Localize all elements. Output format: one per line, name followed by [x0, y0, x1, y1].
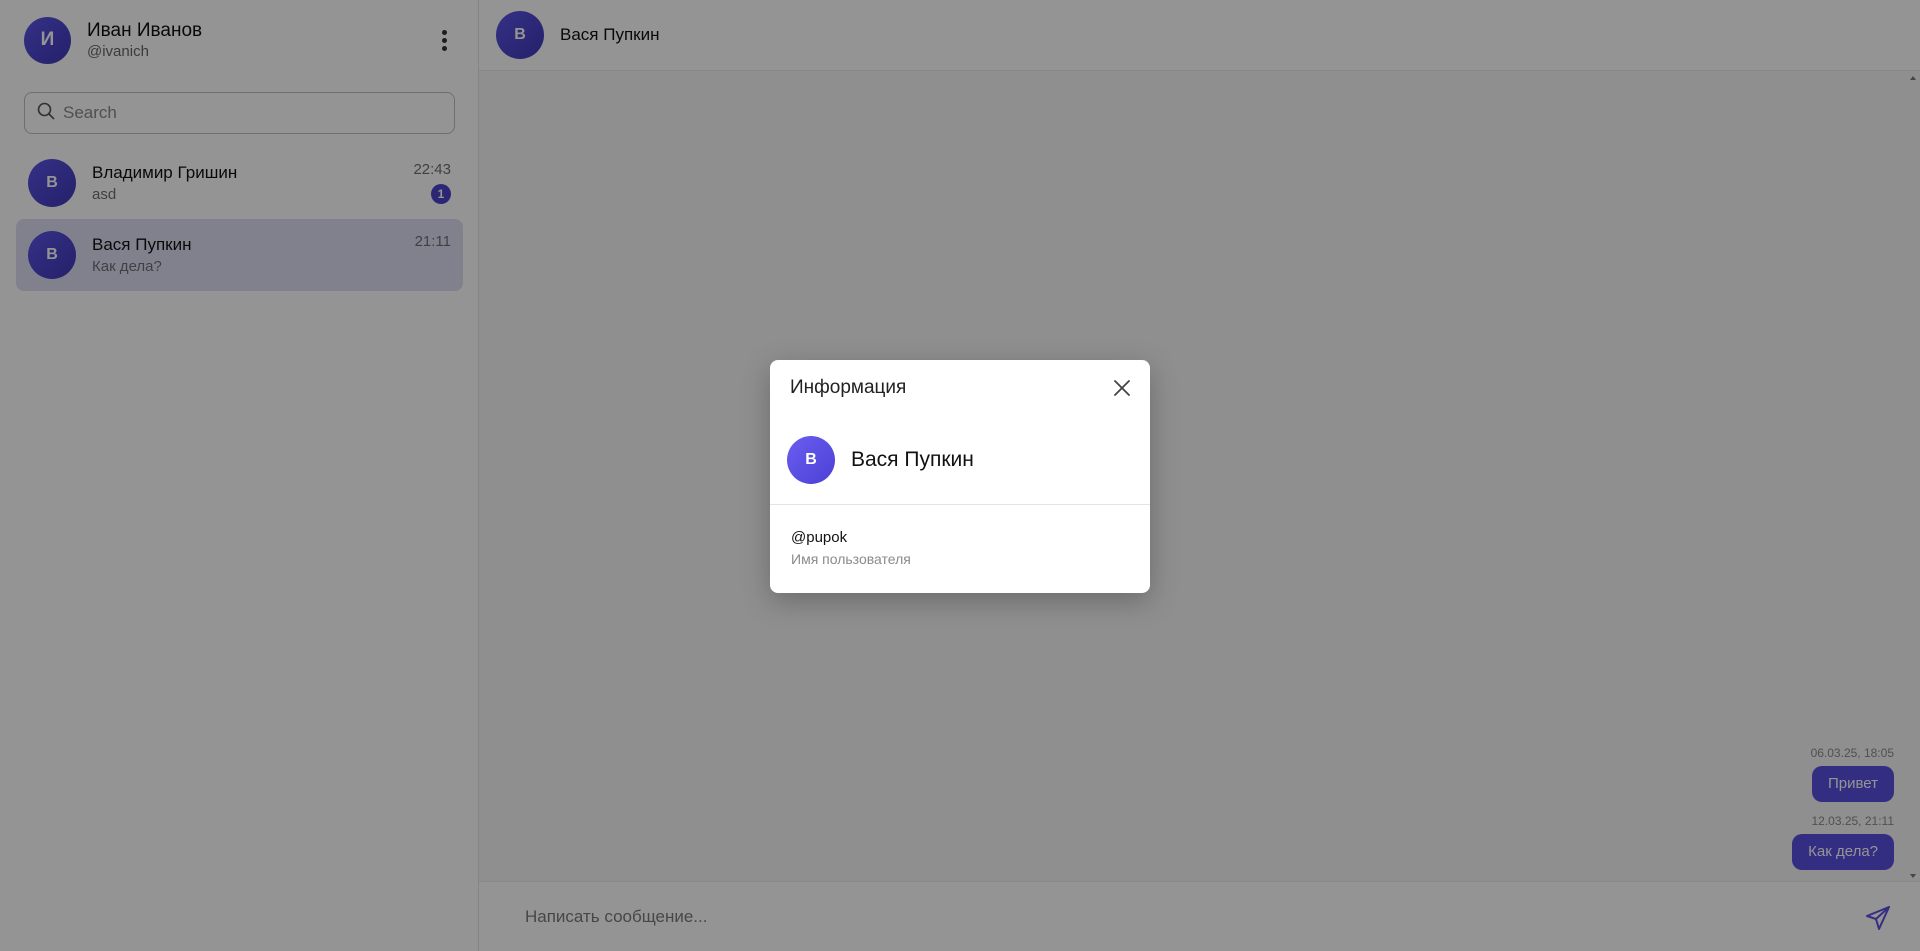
info-modal: Информация В Вася Пупкин @pupok Имя поль…	[770, 360, 1150, 593]
modal-title: Информация	[790, 377, 907, 398]
modal-username-value[interactable]: @pupok	[791, 528, 911, 548]
modal-user-name: Вася Пупкин	[851, 448, 974, 471]
modal-username-field: @pupok Имя пользователя	[791, 528, 911, 568]
close-icon[interactable]	[1112, 378, 1132, 398]
modal-username-label: Имя пользователя	[791, 551, 911, 567]
modal-avatar: В	[787, 436, 835, 484]
modal-user: В Вася Пупкин	[787, 436, 974, 484]
modal-divider	[770, 504, 1150, 505]
